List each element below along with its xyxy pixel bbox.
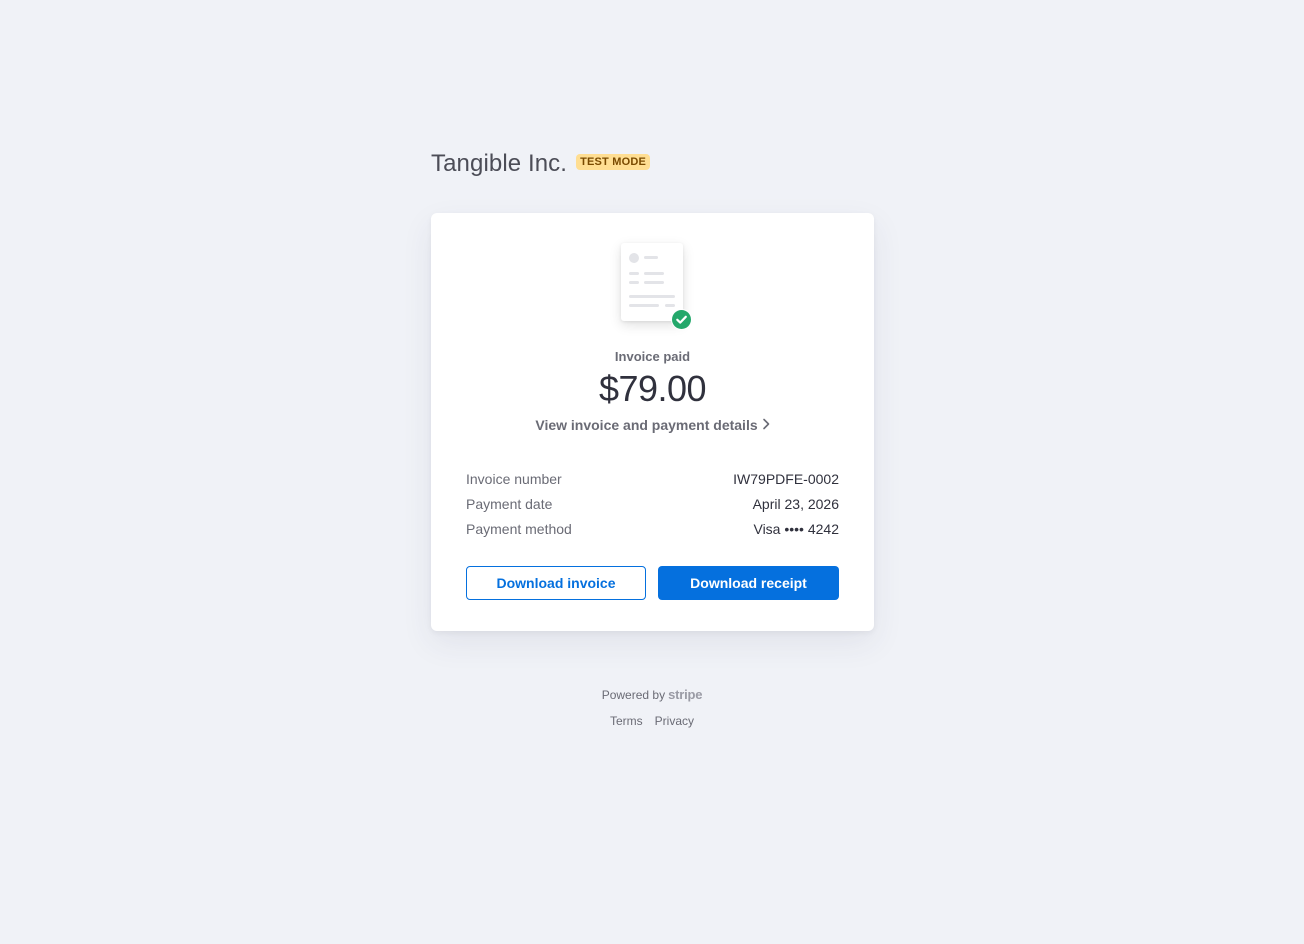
action-buttons: Download invoice Download receipt — [466, 566, 839, 600]
invoice-amount: $79.00 — [598, 368, 707, 409]
check-circle-icon — [671, 309, 692, 330]
view-details-label: View invoice and payment details — [535, 417, 758, 433]
invoice-summary: Invoice number IW79PDFE-0002 Payment dat… — [466, 470, 839, 545]
footer-links: Terms Privacy — [0, 714, 1304, 728]
view-details-link[interactable]: View invoice and payment details — [431, 417, 874, 433]
summary-value: Visa •••• 4242 — [753, 521, 839, 537]
privacy-link[interactable]: Privacy — [655, 714, 694, 728]
chevron-right-icon — [762, 417, 770, 433]
summary-row-payment-date: Payment date April 23, 2026 — [466, 495, 839, 520]
summary-row-payment-method: Payment method Visa •••• 4242 — [466, 520, 839, 545]
summary-row-invoice-number: Invoice number IW79PDFE-0002 — [466, 470, 839, 495]
merchant-header: Tangible Inc. TEST MODE — [431, 150, 651, 178]
invoice-card: Invoice paid $79.00 View invoice and pay… — [431, 213, 874, 631]
test-mode-badge: TEST MODE — [576, 154, 651, 170]
invoice-illustration — [621, 243, 692, 330]
powered-by-label: Powered by — [601, 687, 666, 702]
summary-label: Payment date — [466, 496, 553, 512]
download-receipt-button[interactable]: Download receipt — [658, 566, 839, 600]
download-invoice-button[interactable]: Download invoice — [466, 566, 646, 600]
stripe-logo: stripe — [668, 687, 703, 702]
summary-label: Payment method — [466, 521, 572, 537]
summary-value: April 23, 2026 — [752, 496, 839, 512]
powered-by[interactable]: Powered by stripe — [0, 687, 1304, 702]
merchant-name: Tangible Inc. — [431, 150, 568, 177]
invoice-status: Invoice paid — [614, 349, 691, 364]
summary-label: Invoice number — [466, 471, 562, 487]
footer: Powered by stripe Terms Privacy — [0, 687, 1304, 728]
terms-link[interactable]: Terms — [610, 714, 643, 728]
summary-value: IW79PDFE-0002 — [733, 471, 839, 487]
